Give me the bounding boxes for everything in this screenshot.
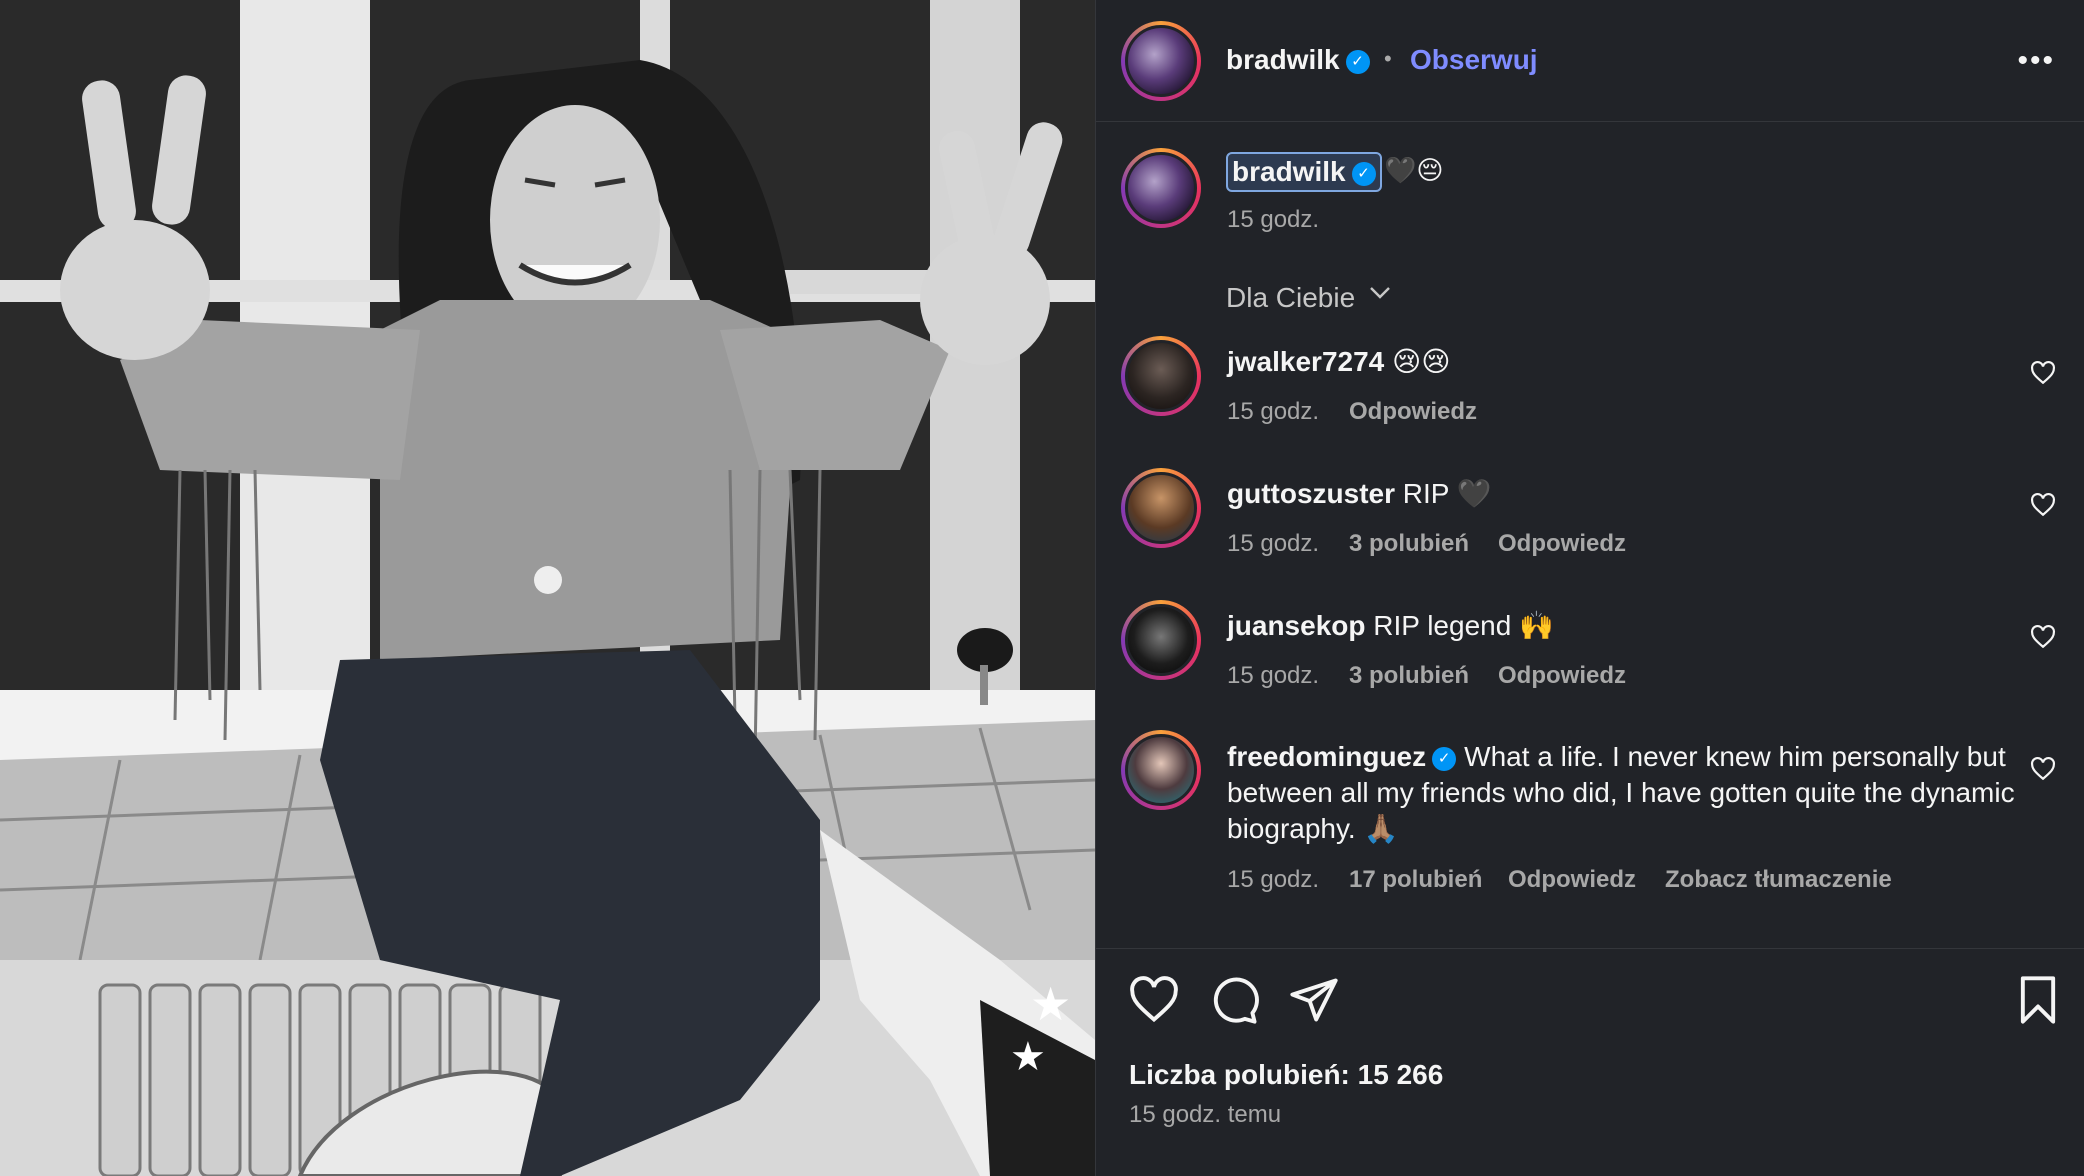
comment-username[interactable]: guttoszuster	[1227, 478, 1395, 509]
verified-badge-icon: ✓	[1432, 746, 1457, 771]
chevron-down-icon[interactable]	[1368, 280, 1392, 311]
caption-text: 🖤😔	[1384, 155, 1444, 185]
more-options-icon[interactable]: •••	[2017, 44, 2055, 78]
comment-time: 15 godz.	[1227, 866, 1320, 893]
comment-avatar[interactable]	[1121, 730, 1201, 810]
verified-badge-icon: ✓	[1345, 49, 1370, 74]
comment-likes-count[interactable]: 3 polubień	[1349, 530, 1469, 558]
reply-button[interactable]: Odpowiedz	[1508, 866, 1636, 894]
comment-likes-count[interactable]: 17 polubień	[1349, 866, 1482, 894]
comment-like-icon[interactable]	[2030, 360, 2056, 386]
svg-text:★: ★	[1030, 978, 1071, 1030]
comment-like-icon[interactable]	[2030, 492, 2056, 518]
separator-dot: •	[1384, 46, 1392, 71]
share-icon[interactable]	[1288, 974, 1340, 1026]
heart-icon[interactable]	[1128, 974, 1180, 1026]
author-username[interactable]: bradwilk ✓	[1226, 44, 1370, 76]
comment-text: juansekop RIP legend 🙌	[1227, 610, 1554, 641]
caption-time: 15 godz.	[1227, 206, 1320, 233]
reply-button[interactable]: Odpowiedz	[1349, 398, 1477, 426]
bookmark-icon[interactable]	[2012, 974, 2064, 1026]
post-timestamp[interactable]: 15 godz. temu	[1129, 1101, 1281, 1129]
comment-sort-label[interactable]: Dla Ciebie	[1226, 282, 1355, 314]
see-translation-button[interactable]: Zobacz tłumaczenie	[1665, 866, 1892, 894]
comment-icon[interactable]	[1208, 974, 1260, 1026]
author-avatar[interactable]	[1121, 21, 1201, 101]
comment-username[interactable]: jwalker7274	[1227, 346, 1384, 377]
comment-like-icon[interactable]	[2030, 624, 2056, 650]
comment-text: jwalker7274 😢😢	[1227, 346, 1451, 377]
post-header: bradwilk ✓ • Obserwuj •••	[1096, 0, 2084, 122]
caption-avatar[interactable]	[1121, 148, 1201, 228]
follow-button[interactable]: Obserwuj	[1410, 44, 1538, 76]
svg-text:★: ★	[1010, 1035, 1046, 1079]
comment-likes-count[interactable]: 3 polubień	[1349, 662, 1469, 690]
post-side-panel: bradwilk ✓ • Obserwuj ••• bradwilk ✓ 🖤😔 15…	[1095, 0, 2084, 1176]
reply-button[interactable]: Odpowiedz	[1498, 530, 1626, 558]
comment-username[interactable]: freedominguez	[1227, 741, 1426, 772]
comment-time: 15 godz.	[1227, 662, 1320, 689]
comment-avatar[interactable]	[1121, 600, 1201, 680]
reply-button[interactable]: Odpowiedz	[1498, 662, 1626, 690]
caption-username-highlight[interactable]: bradwilk ✓	[1226, 152, 1382, 192]
comment-time: 15 godz.	[1227, 530, 1320, 557]
post-photo[interactable]: ★ ★	[0, 0, 1095, 1176]
post-photo-image: ★ ★	[0, 0, 1095, 1176]
verified-badge-icon: ✓	[1351, 161, 1376, 186]
post-actions: Liczba polubień: 15 266 15 godz. temu	[1096, 948, 2084, 1176]
comment-text: guttoszuster RIP 🖤	[1227, 478, 1492, 509]
caption-username[interactable]: bradwilk ✓	[1232, 156, 1376, 187]
comment-like-icon[interactable]	[2030, 756, 2056, 782]
comment-username[interactable]: juansekop	[1227, 610, 1365, 641]
comment-text: freedominguez ✓ What a life. I never knew …	[1227, 741, 2015, 844]
comment-avatar[interactable]	[1121, 468, 1201, 548]
comment-avatar[interactable]	[1121, 336, 1201, 416]
likes-count[interactable]: Liczba polubień: 15 266	[1129, 1059, 1443, 1091]
comment-time: 15 godz.	[1227, 398, 1320, 425]
